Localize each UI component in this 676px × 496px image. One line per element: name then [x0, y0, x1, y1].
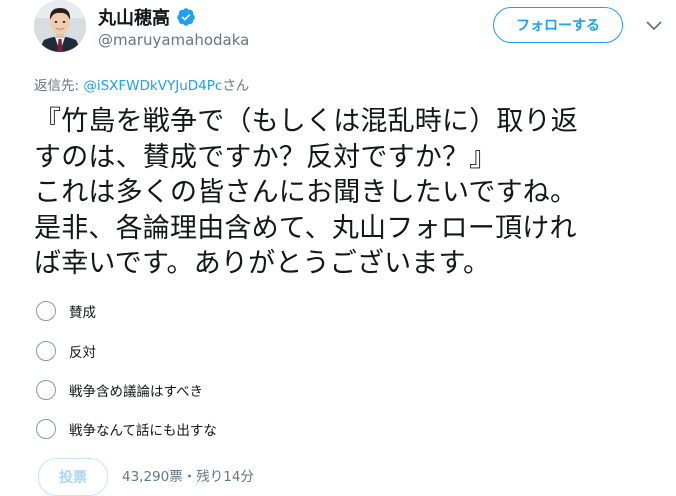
chevron-down-icon — [646, 21, 662, 30]
poll-option[interactable]: 戦争含め議論はすべき — [36, 380, 203, 400]
reply-mention-link[interactable]: @iSXFWDkVYJuD4Pc — [83, 78, 222, 94]
avatar-photo — [34, 0, 86, 52]
tweet-card: 丸山穂高 @maruyamahodaka フォローする 返信先: @iSXFWD… — [0, 0, 676, 496]
tweet-text: 『竹島を戦争で（もしくは混乱時に）取り返 すのは、賛成ですか？反対ですか？』 こ… — [34, 106, 578, 279]
poll-option-label: 戦争なんて話にも出すな — [69, 423, 217, 439]
poll-option-label: 戦争含め議論はすべき — [69, 384, 204, 400]
poll-option-label: 反対 — [69, 345, 96, 361]
poll-option[interactable]: 賛成 — [36, 301, 96, 321]
radio-button[interactable] — [36, 419, 56, 439]
avatar[interactable] — [34, 0, 86, 52]
poll-status: 43,290票・残り14分 — [122, 469, 254, 485]
radio-button[interactable] — [36, 341, 56, 361]
display-name[interactable]: 丸山穂高 — [98, 4, 196, 30]
vote-button[interactable]: 投票 — [38, 458, 108, 496]
user-handle[interactable]: @maruyamahodaka — [98, 31, 249, 49]
poll-option-label: 賛成 — [69, 305, 96, 321]
reply-suffix: さん — [222, 78, 250, 94]
verified-badge-icon — [176, 7, 196, 27]
follow-button[interactable]: フォローする — [493, 7, 623, 43]
reply-context: 返信先: @iSXFWDkVYJuD4Pcさん — [34, 74, 249, 94]
reply-prefix: 返信先: — [34, 78, 84, 94]
display-name-text: 丸山穂高 — [98, 8, 170, 29]
radio-button[interactable] — [36, 301, 56, 321]
radio-button[interactable] — [36, 380, 56, 400]
poll-option[interactable]: 戦争なんて話にも出すな — [36, 419, 217, 439]
poll-option[interactable]: 反対 — [36, 341, 96, 361]
more-options-button[interactable] — [644, 16, 664, 36]
